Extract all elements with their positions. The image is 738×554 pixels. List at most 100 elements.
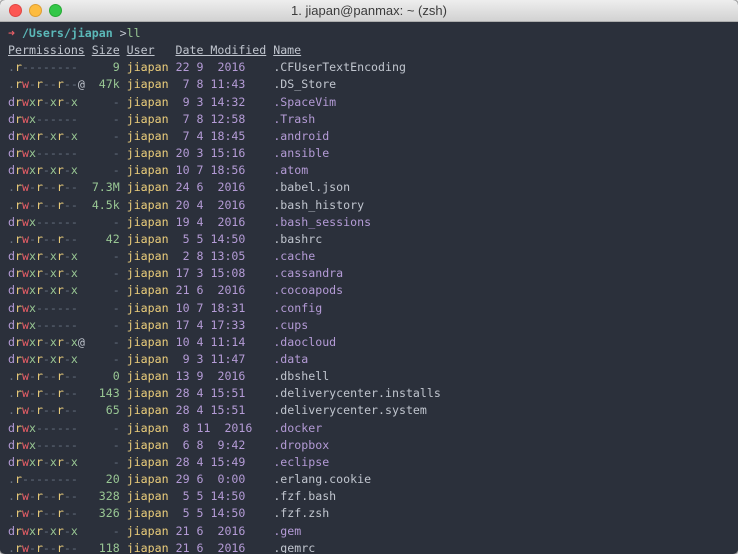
file-row: .rw-r--r-- 4.5k jiapan 20 4 2016 .bash_h… [8,197,738,214]
owner: jiapan [127,335,176,349]
size: 42 [92,232,127,246]
permissions: drwxr-xr-x [8,352,92,366]
owner: jiapan [127,524,176,538]
file-row: drwxr-xr-x - jiapan 9 3 11:47 .data [8,351,738,368]
date-modified: 13 9 2016 [176,369,274,383]
permissions: .rw-r--r-- [8,198,92,212]
date-modified: 5 5 14:50 [176,506,274,520]
permissions: drwxr-xr-x [8,455,92,469]
size: - [92,455,127,469]
date-modified: 5 5 14:50 [176,489,274,503]
date-modified: 7 8 12:58 [176,112,274,126]
file-name: .deliverycenter.installs [273,386,441,400]
permissions: drwxr-xr-x [8,95,92,109]
file-name: .DS_Store [273,77,336,91]
owner: jiapan [127,541,176,553]
size: - [92,318,127,332]
permissions: drwxr-xr-x@ [8,335,92,349]
owner: jiapan [127,198,176,212]
owner: jiapan [127,455,176,469]
size: 65 [92,403,127,417]
file-row: drwx------ - jiapan 17 4 17:33 .cups [8,317,738,334]
file-name: .deliverycenter.system [273,403,427,417]
permissions: .rw-r--r-- [8,403,92,417]
date-modified: 28 4 15:49 [176,455,274,469]
terminal-screen[interactable]: ➜/Users/jiapan>ll PermissionsSizeUserDat… [0,22,738,553]
size: - [92,266,127,280]
date-modified: 24 6 2016 [176,180,274,194]
owner: jiapan [127,438,176,452]
permissions: drwx------ [8,438,92,452]
size: 20 [92,472,127,486]
date-modified: 10 7 18:31 [176,301,274,315]
permissions: .r-------- [8,60,92,74]
file-name: .SpaceVim [273,95,336,109]
file-row: drwxr-xr-x@ - jiapan 10 4 11:14 .daoclou… [8,334,738,351]
owner: jiapan [127,386,176,400]
owner: jiapan [127,318,176,332]
size: - [92,146,127,160]
title-bar[interactable]: 1. jiapan@panmax: ~ (zsh) [0,0,738,22]
owner: jiapan [127,215,176,229]
size: 328 [92,489,127,503]
permissions: .rw-r--r-- [8,541,92,553]
file-name: .bash_history [273,198,364,212]
file-name: .gem [273,524,301,538]
permissions: .rw-r--r--@ [8,77,92,91]
header-permissions: Permissions [8,43,85,57]
zoom-button[interactable] [49,4,62,17]
header-user: User [127,43,155,57]
size: 7.3M [92,180,127,194]
file-name: .data [273,352,308,366]
size: 143 [92,386,127,400]
owner: jiapan [127,266,176,280]
file-name: .cups [273,318,308,332]
minimize-button[interactable] [29,4,42,17]
size: - [92,335,127,349]
date-modified: 7 8 11:43 [176,77,274,91]
file-row: drwxr-xr-x - jiapan 28 4 15:49 .eclipse [8,454,738,471]
permissions: drwxr-xr-x [8,129,92,143]
permissions: drwxr-xr-x [8,266,92,280]
file-row: .rw-r--r-- 7.3M jiapan 24 6 2016 .babel.… [8,179,738,196]
file-name: .bash_sessions [273,215,371,229]
terminal-window: 1. jiapan@panmax: ~ (zsh) ➜/Users/jiapan… [0,0,738,554]
date-modified: 8 11 2016 [176,421,274,435]
file-row: drwx------ - jiapan 6 8 9:42 .dropbox [8,437,738,454]
file-row: drwx------ - jiapan 8 11 2016 .docker [8,420,738,437]
date-modified: 2 8 13:05 [176,249,274,263]
file-name: .dbshell [273,369,329,383]
size: - [92,95,127,109]
file-name: .config [273,301,322,315]
prompt-command: ll [127,26,141,40]
size: - [92,301,127,315]
date-modified: 9 3 14:32 [176,95,274,109]
permissions: drwxr-xr-x [8,524,92,538]
file-name: .CFUserTextEncoding [273,60,406,74]
prompt-line: ➜/Users/jiapan>ll [8,25,738,42]
size: - [92,524,127,538]
owner: jiapan [127,369,176,383]
header-date-modified: Date Modified [176,43,267,57]
size: - [92,438,127,452]
date-modified: 5 5 14:50 [176,232,274,246]
file-row: .r-------- 9 jiapan 22 9 2016 .CFUserTex… [8,59,738,76]
file-row: .rw-r--r-- 143 jiapan 28 4 15:51 .delive… [8,385,738,402]
file-name: .dropbox [273,438,329,452]
date-modified: 17 4 17:33 [176,318,274,332]
file-name: .Trash [273,112,315,126]
permissions: .rw-r--r-- [8,489,92,503]
file-listing: .r-------- 9 jiapan 22 9 2016 .CFUserTex… [8,59,738,553]
owner: jiapan [127,232,176,246]
file-row: .rw-r--r-- 328 jiapan 5 5 14:50 .fzf.bas… [8,488,738,505]
size: - [92,163,127,177]
file-name: .cassandra [273,266,343,280]
size: - [92,249,127,263]
permissions: drwx------ [8,421,92,435]
prompt-arrow-icon: ➜ [8,26,15,40]
close-button[interactable] [9,4,22,17]
file-row: drwxr-xr-x - jiapan 21 6 2016 .cocoapods [8,282,738,299]
date-modified: 28 4 15:51 [176,403,274,417]
size: 4.5k [92,198,127,212]
permissions: .rw-r--r-- [8,506,92,520]
